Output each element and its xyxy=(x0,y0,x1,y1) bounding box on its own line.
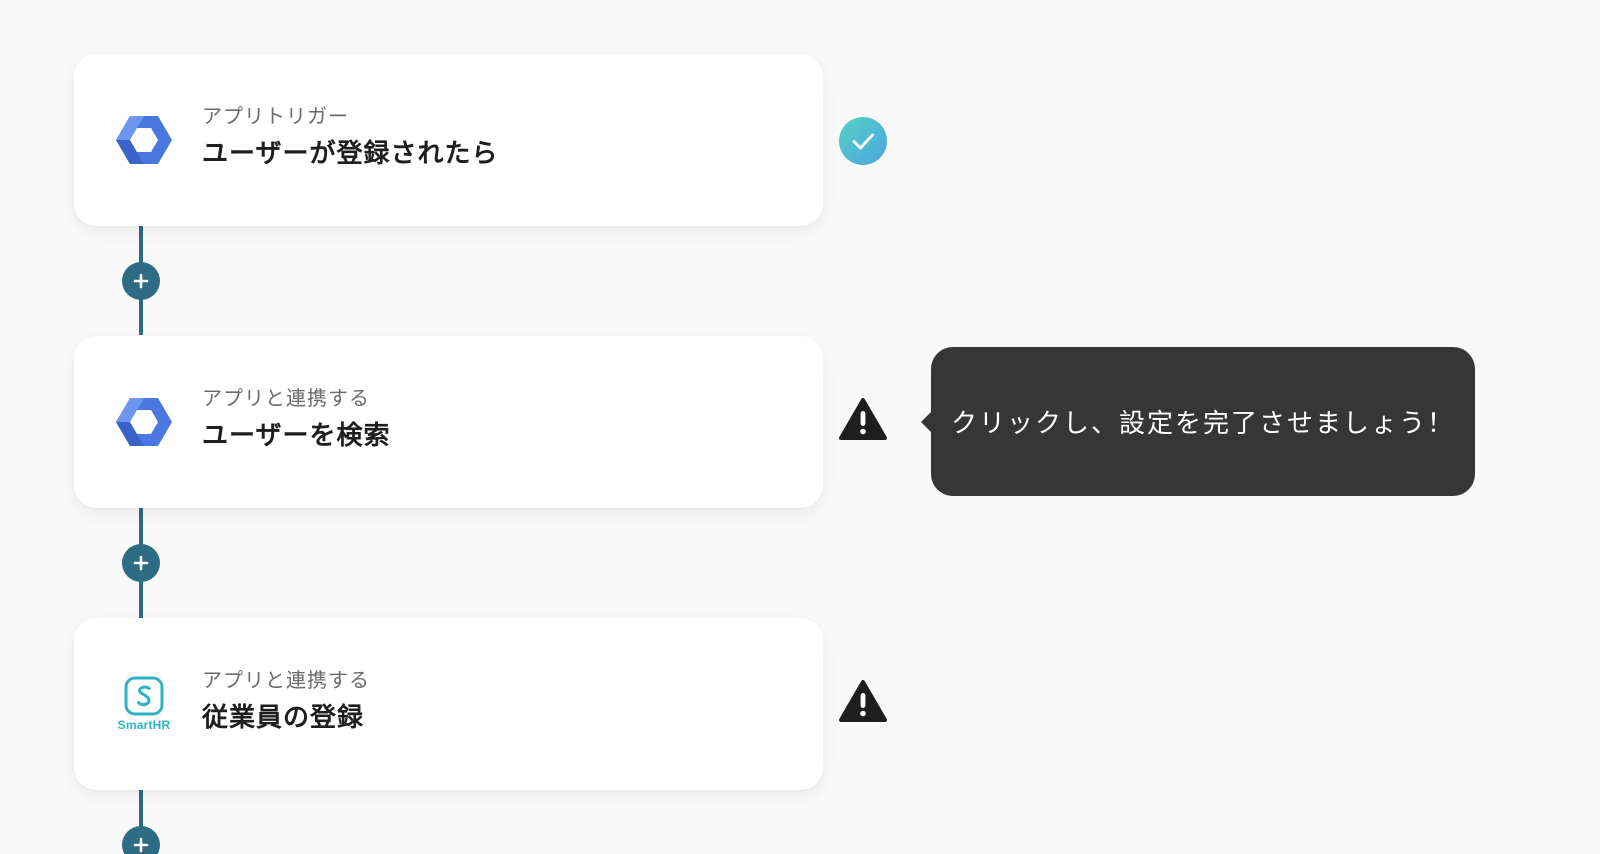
step-subtitle: アプリと連携する xyxy=(202,386,370,410)
step-title: 従業員の登録 xyxy=(202,703,365,733)
smarthr-logo-label: SmartHR xyxy=(117,718,171,732)
add-step-button[interactable] xyxy=(122,544,160,582)
step-text: アプリトリガー ユーザーが登録されたら xyxy=(202,102,498,172)
step-title: ユーザーが登録されたら xyxy=(202,139,499,169)
flow-canvas: アプリトリガー ユーザーが登録されたら アプリと連携する ユーザーを検索 クリッ… xyxy=(0,0,1600,854)
step-text: アプリと連携する ユーザーを検索 xyxy=(202,384,390,454)
setup-tooltip: クリックし、設定を完了させましょう！ xyxy=(921,347,1475,496)
google-workspace-icon xyxy=(113,391,175,453)
add-step-button[interactable] xyxy=(122,826,160,854)
step-subtitle: アプリと連携する xyxy=(202,668,370,692)
warning-icon xyxy=(838,676,888,726)
smarthr-icon: SmartHR xyxy=(113,673,175,735)
success-check-icon xyxy=(838,116,888,166)
step-text: アプリと連携する 従業員の登録 xyxy=(202,666,370,736)
google-workspace-icon xyxy=(113,109,175,171)
tooltip-arrow xyxy=(921,411,932,433)
step-subtitle: アプリトリガー xyxy=(202,104,349,128)
step-title: ユーザーを検索 xyxy=(202,421,391,451)
tooltip-text: クリックし、設定を完了させましょう！ xyxy=(950,409,1455,439)
add-step-button[interactable] xyxy=(122,262,160,300)
warning-icon xyxy=(838,394,888,444)
plus-icon xyxy=(133,837,149,853)
step-card-search-user[interactable]: アプリと連携する ユーザーを検索 xyxy=(74,336,823,508)
plus-icon xyxy=(133,273,149,289)
step-card-trigger[interactable]: アプリトリガー ユーザーが登録されたら xyxy=(74,54,823,226)
plus-icon xyxy=(133,555,149,571)
step-card-register-employee[interactable]: SmartHR アプリと連携する 従業員の登録 xyxy=(74,618,823,790)
